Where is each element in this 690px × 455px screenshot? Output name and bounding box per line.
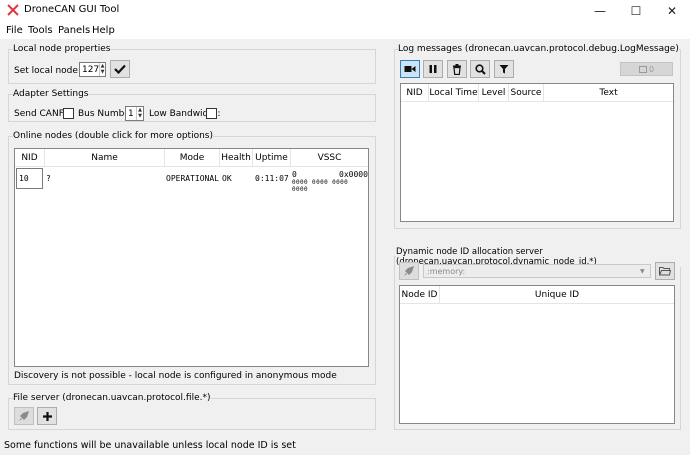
column-vssc[interactable]: VSSC <box>291 149 368 167</box>
app-logo-icon <box>7 4 19 16</box>
open-db-button[interactable] <box>655 262 675 280</box>
video-camera-icon <box>404 66 416 72</box>
log-count-badge: 0 <box>620 62 673 76</box>
column-name[interactable]: Name <box>45 149 165 167</box>
pause-log-button[interactable] <box>423 60 443 78</box>
rocket-icon <box>19 411 29 421</box>
search-log-button[interactable] <box>470 60 490 78</box>
checkmark-icon <box>114 64 126 74</box>
column-node-id[interactable]: Node ID <box>400 286 440 304</box>
node-mode-cell: OPERATIONAL <box>166 174 219 183</box>
log-count: 0 <box>648 64 655 74</box>
node-id-spinbox[interactable]: 127 ▲ ▼ <box>79 62 106 77</box>
discovery-note: Discovery is not possible - local node i… <box>14 371 337 381</box>
spin-arrows-icon[interactable]: ▲ ▼ <box>136 107 143 120</box>
column-text[interactable]: Text <box>544 84 673 102</box>
add-file-button[interactable] <box>37 407 57 425</box>
menu-file[interactable]: File <box>6 25 23 36</box>
node-nid-cell[interactable]: 10 <box>16 168 43 189</box>
online-nodes-table[interactable]: NID Name Mode Health Uptime VSSC 10 ? OP… <box>14 148 369 367</box>
spin-arrows-icon[interactable]: ▲ ▼ <box>99 63 105 76</box>
db-path-value: :memory: <box>427 266 466 276</box>
column-health[interactable]: Health <box>220 149 253 167</box>
file-server-title: File server (dronecan.uavcan.protocol.fi… <box>13 393 211 403</box>
status-message: Some functions will be unavailable unles… <box>4 440 296 451</box>
start-file-server-button[interactable] <box>14 407 34 425</box>
close-button[interactable]: ✕ <box>654 0 690 22</box>
node-name-cell: ? <box>46 174 51 183</box>
node-uptime-cell: 0:11:07 <box>255 174 289 183</box>
rocket-icon <box>404 266 414 276</box>
pause-icon <box>429 65 437 73</box>
low-bandwidth-checkbox[interactable] <box>206 108 217 119</box>
column-local-time[interactable]: Local Time <box>429 84 479 102</box>
column-uptime[interactable]: Uptime <box>253 149 291 167</box>
maximize-button[interactable]: ☐ <box>618 0 654 22</box>
message-icon <box>638 65 647 73</box>
allocation-table[interactable]: Node ID Unique ID <box>399 285 675 424</box>
node-vssc-sub: 0000 0000 0000 0000 <box>292 179 349 193</box>
node-vssc-value-a: 0 <box>292 170 297 179</box>
node-vssc-value-b: 0x0000 <box>339 170 368 179</box>
chevron-down-icon: ▼ <box>640 267 645 275</box>
menu-tools[interactable]: Tools <box>28 25 53 36</box>
db-path-combobox[interactable]: :memory: ▼ <box>423 264 651 278</box>
apply-node-id-button[interactable] <box>110 60 130 78</box>
filter-icon <box>499 65 509 74</box>
column-source[interactable]: Source <box>509 84 544 102</box>
table-row[interactable]: 10 ? OPERATIONAL OK 0:11:07 0 0x0000 000… <box>15 168 368 193</box>
menu-help[interactable]: Help <box>92 25 115 36</box>
minimize-button[interactable]: — <box>582 0 618 22</box>
status-bar: Some functions will be unavailable unles… <box>0 437 690 455</box>
bus-number-value: 1 <box>128 108 134 119</box>
node-id-value: 127 <box>82 64 100 75</box>
log-table[interactable]: NID Local Time Level Source Text <box>400 83 674 222</box>
adapter-settings-title: Adapter Settings <box>13 89 89 99</box>
column-mode[interactable]: Mode <box>165 149 220 167</box>
window-title: DroneCAN GUI Tool <box>24 4 120 15</box>
log-messages-title: Log messages (dronecan.uavcan.protocol.d… <box>398 44 679 54</box>
column-nid[interactable]: NID <box>15 149 45 167</box>
search-icon <box>474 63 486 75</box>
node-health-cell: OK <box>222 174 232 183</box>
record-log-button[interactable] <box>400 60 420 78</box>
column-unique-id[interactable]: Unique ID <box>440 286 674 304</box>
menu-panels[interactable]: Panels <box>58 25 90 36</box>
folder-icon <box>659 267 671 276</box>
online-nodes-title: Online nodes (double click for more opti… <box>13 131 213 141</box>
filter-log-button[interactable] <box>494 60 514 78</box>
start-dyn-alloc-button[interactable] <box>399 262 419 280</box>
column-log-nid[interactable]: NID <box>401 84 429 102</box>
clear-log-button[interactable] <box>447 60 467 78</box>
send-canfd-checkbox[interactable] <box>63 108 74 119</box>
column-level[interactable]: Level <box>479 84 509 102</box>
bus-number-spinbox[interactable]: 1 ▲ ▼ <box>125 106 144 121</box>
local-node-title: Local node properties <box>13 44 111 54</box>
plus-icon <box>42 411 52 421</box>
trash-icon <box>453 63 461 75</box>
menu-bar: File Tools Panels Help <box>0 22 690 39</box>
title-bar: DroneCAN GUI Tool — ☐ ✕ <box>0 0 690 22</box>
